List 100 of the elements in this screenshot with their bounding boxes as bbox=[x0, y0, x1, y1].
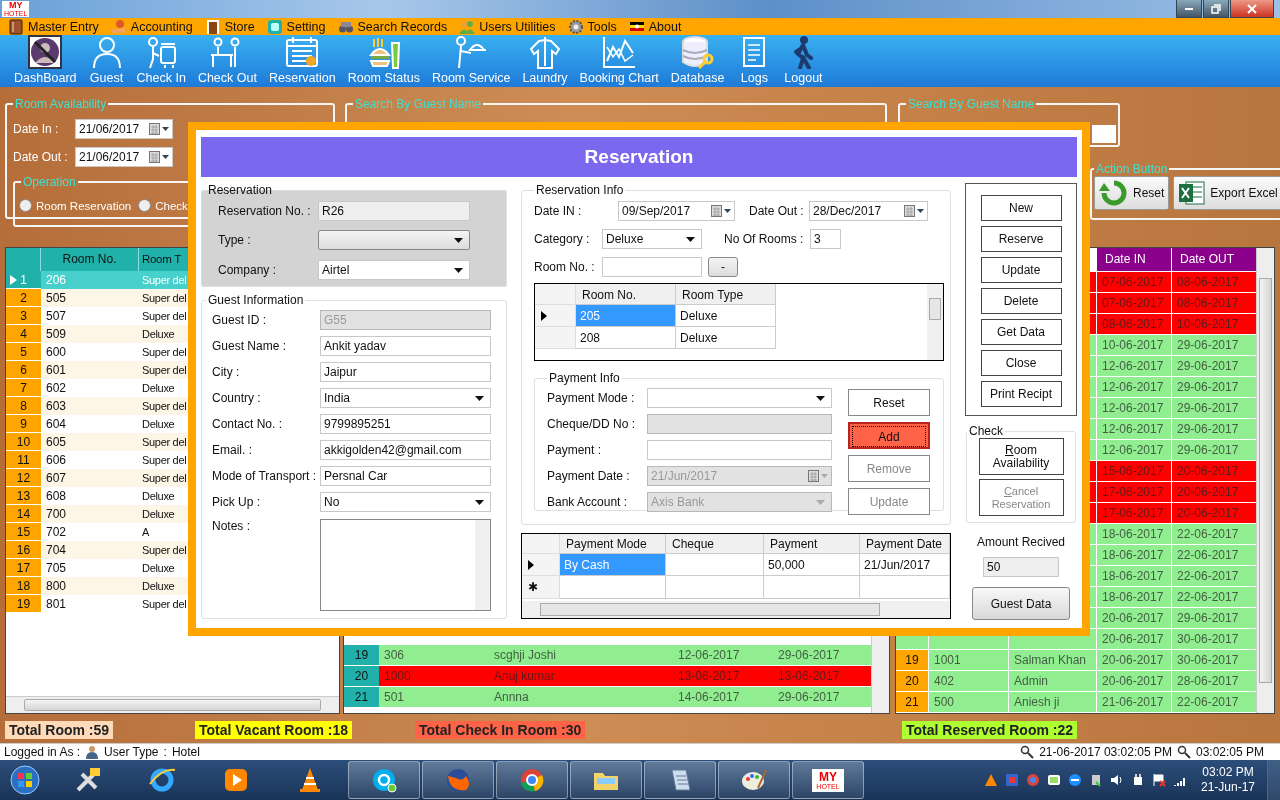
group-title: Operation bbox=[22, 175, 77, 190]
text-field[interactable] bbox=[602, 257, 702, 277]
dropdown[interactable]: No bbox=[320, 492, 491, 512]
table-cell-text: Annna bbox=[493, 689, 530, 707]
taskbar-app[interactable] bbox=[422, 761, 494, 799]
toolbar-button[interactable]: Reservation bbox=[264, 35, 340, 88]
action-button[interactable]: Close bbox=[980, 350, 1062, 376]
menu-item[interactable]: Tools bbox=[567, 18, 617, 35]
remove-room-button[interactable]: - bbox=[708, 257, 738, 277]
menu-item[interactable]: Users Utilities bbox=[459, 18, 556, 35]
table-cell-text: Deluxe bbox=[141, 579, 176, 595]
text-field[interactable]: Jaipur bbox=[320, 362, 491, 382]
notes-field[interactable] bbox=[320, 519, 491, 611]
scrollbar[interactable] bbox=[1256, 248, 1274, 714]
table-cell-text: Super del bbox=[141, 291, 187, 307]
scrollbar[interactable] bbox=[927, 284, 943, 360]
taskbar-app[interactable] bbox=[644, 761, 716, 799]
toolbar-button[interactable]: Check In bbox=[132, 35, 190, 88]
table-cell-text: 702 bbox=[45, 524, 68, 542]
dropdown[interactable] bbox=[318, 230, 470, 250]
action-button[interactable]: Get Data bbox=[980, 319, 1062, 345]
radio-option[interactable]: Check bbox=[138, 199, 188, 213]
action-button[interactable]: Print Recipt bbox=[980, 381, 1062, 407]
toolbar-button[interactable]: DashBoard bbox=[10, 35, 81, 88]
dropdown[interactable]: Airtel bbox=[318, 260, 470, 280]
toolbar-button[interactable]: Room Service bbox=[427, 35, 515, 88]
row-number: 19 bbox=[905, 653, 919, 668]
text-field[interactable]: akkigolden42@gmail.com bbox=[320, 440, 491, 460]
caret-icon bbox=[686, 236, 695, 242]
table-row[interactable]: 19 801 Super del bbox=[6, 595, 339, 614]
guest-data-button[interactable]: Guest Data bbox=[972, 587, 1070, 620]
reset-button[interactable]: Reset bbox=[1094, 176, 1170, 211]
menu-item[interactable]: Store bbox=[204, 18, 255, 35]
taskbar-app[interactable] bbox=[348, 761, 420, 799]
toolbar-button[interactable]: Room Status bbox=[343, 35, 424, 88]
action-button[interactable]: Reset bbox=[848, 389, 930, 416]
taskbar-app[interactable] bbox=[496, 761, 568, 799]
taskbar-app[interactable] bbox=[570, 761, 642, 799]
table-cell-text: 501 bbox=[383, 689, 406, 707]
table-row[interactable]: 208 Deluxe bbox=[535, 327, 926, 349]
field-label: Cheque/DD No : bbox=[547, 417, 637, 431]
table-row[interactable]: By Cash 50,000 21/Jun/2017 bbox=[522, 554, 950, 576]
scrollbar[interactable] bbox=[6, 696, 339, 714]
menu-item[interactable]: Search Records bbox=[337, 18, 448, 35]
text-field[interactable]: 3 bbox=[810, 229, 841, 249]
date-picker[interactable]: 21/06/2017 bbox=[75, 119, 173, 140]
menu-item[interactable]: About bbox=[628, 18, 682, 35]
globe-icon bbox=[148, 766, 176, 794]
restore-button[interactable] bbox=[1203, 0, 1229, 18]
dropdown[interactable]: Deluxe bbox=[602, 229, 702, 249]
action-button[interactable]: Delete bbox=[980, 288, 1062, 314]
group-title: Guest Information bbox=[207, 293, 305, 307]
date-picker[interactable]: 21/06/2017 bbox=[75, 147, 173, 168]
table-cell-text: Deluxe bbox=[141, 327, 176, 343]
taskbar-app[interactable] bbox=[718, 761, 790, 799]
toolbar-button[interactable]: Check Out bbox=[193, 35, 261, 88]
dropdown[interactable]: India bbox=[320, 388, 491, 408]
status-text: 21-06-2017 03:02:05 PM bbox=[1039, 745, 1172, 760]
action-button[interactable]: Add bbox=[848, 422, 930, 449]
toolbar-button[interactable]: Booking Chart bbox=[575, 35, 663, 88]
menu-item[interactable]: Accounting bbox=[110, 18, 193, 35]
group-title: Room Availability bbox=[14, 97, 108, 112]
text-field[interactable]: Ankit yadav bbox=[320, 336, 491, 356]
scrollbar[interactable] bbox=[522, 601, 950, 618]
toolbar-button[interactable]: Database bbox=[666, 35, 729, 88]
table-row[interactable]: 205 Deluxe bbox=[535, 305, 926, 327]
text-field[interactable]: 9799895251 bbox=[320, 414, 491, 434]
text-field[interactable]: R26 bbox=[318, 201, 470, 221]
table-cell: Admin bbox=[1014, 674, 1048, 689]
action-button[interactable]: New bbox=[980, 195, 1062, 221]
minimize-button[interactable] bbox=[1176, 0, 1202, 18]
group-title: Search By Guest Name bbox=[907, 97, 1036, 112]
menu-item[interactable]: Setting bbox=[266, 18, 326, 35]
text-field[interactable]: 50 bbox=[983, 557, 1059, 577]
tools-icon bbox=[74, 766, 102, 794]
toolbar-button[interactable]: Laundry bbox=[518, 35, 572, 88]
text-field[interactable]: Persnal Car bbox=[320, 466, 491, 486]
scrollbar[interactable] bbox=[475, 520, 490, 610]
date-picker[interactable]: 09/Sep/2017 bbox=[618, 201, 735, 221]
row-number: 6 bbox=[6, 361, 41, 380]
calendar-dropdown-icon bbox=[808, 470, 828, 482]
avatar-icon bbox=[27, 35, 64, 70]
date-picker[interactable]: 28/Dec/2017 bbox=[809, 201, 928, 221]
check-button[interactable]: Room Availability bbox=[978, 438, 1064, 475]
search-field[interactable] bbox=[1092, 125, 1116, 144]
export-button[interactable]: Export Excel bbox=[1173, 176, 1280, 211]
radio-option[interactable]: Room Reservation bbox=[19, 199, 132, 213]
table-cell: 208 bbox=[576, 327, 676, 349]
toolbar-button[interactable]: Guest bbox=[84, 35, 129, 88]
header-cell bbox=[522, 534, 560, 554]
menu-item[interactable]: Master Entry bbox=[8, 18, 99, 35]
table-row[interactable]: 17 705 Deluxe bbox=[6, 559, 339, 578]
table-cell: By Cash bbox=[560, 554, 666, 576]
toolbar-button[interactable]: Logs bbox=[732, 35, 777, 88]
toolbar-button[interactable]: Logout bbox=[780, 35, 827, 88]
action-button[interactable]: Reserve bbox=[980, 226, 1062, 252]
table-cell-text: Super del bbox=[141, 453, 187, 469]
text-field[interactable] bbox=[647, 440, 832, 460]
action-button[interactable]: Update bbox=[980, 257, 1062, 283]
close-button[interactable] bbox=[1230, 0, 1274, 18]
